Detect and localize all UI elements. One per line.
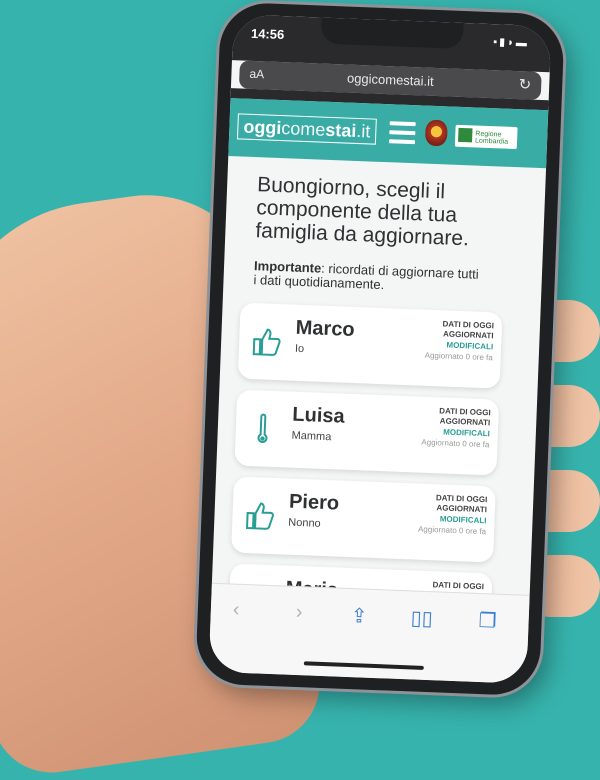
member-role: Nonno xyxy=(288,516,321,530)
system-icons: ▪▮◗▬ xyxy=(493,36,530,50)
thumbs-up-icon xyxy=(252,328,281,356)
bookmarks-icon[interactable]: ▯▯ xyxy=(410,605,433,631)
logo-part: .it xyxy=(356,120,371,142)
home-indicator xyxy=(303,661,424,670)
city-emblem-icon xyxy=(424,119,448,147)
region-logo: Regione Lombardia xyxy=(454,124,518,150)
updated-label: DATI DI OGGI AGGIORNATI xyxy=(435,493,488,515)
greeting-text: Buongiorno, scegli il componente della t… xyxy=(255,173,470,251)
back-icon[interactable]: ‹ xyxy=(232,599,240,622)
phone-screen: 14:56 ▪▮◗▬ aA oggicomestai.it ↻ oggicome… xyxy=(208,14,552,684)
member-status: DATI DI OGGI AGGIORNATI MODIFICALI Aggio… xyxy=(403,318,495,363)
member-name: Marco xyxy=(295,316,356,342)
phone: 14:56 ▪▮◗▬ aA oggicomestai.it ↻ oggicome… xyxy=(195,1,565,697)
updated-label: DATI DI OGGI AGGIORNATI xyxy=(442,319,495,341)
logo-part: stai xyxy=(325,119,357,141)
notch xyxy=(320,17,464,49)
logo-part: oggi xyxy=(243,116,282,139)
member-card[interactable]: Marco Io DATI DI OGGI AGGIORNATI MODIFIC… xyxy=(237,302,503,389)
share-icon[interactable]: ⇪ xyxy=(350,603,368,629)
member-status: DATI DI OGGI AGGIORNATI MODIFICALI Aggio… xyxy=(396,492,488,537)
thermometer-icon xyxy=(257,413,268,443)
important-note: Importante: ricordati di aggiornare tutt… xyxy=(253,258,484,296)
member-status: DATI DI OGGI AGGIORNATI MODIFICALI Aggio… xyxy=(399,405,491,450)
url-text[interactable]: oggicomestai.it xyxy=(239,66,541,93)
forward-icon[interactable]: › xyxy=(295,601,303,624)
updated-label: DATI DI OGGI AGGIORNATI xyxy=(439,406,491,428)
member-name: Luisa xyxy=(291,403,346,428)
thumbs-up-icon xyxy=(245,502,274,530)
updated-ago: Aggiornato 0 ore fa xyxy=(421,437,490,450)
browser-toolbar: ‹ › ⇪ ▯▯ ❐ xyxy=(208,582,530,684)
member-card[interactable]: Luisa Mamma DATI DI OGGI AGGIORNATI MODI… xyxy=(234,389,500,476)
site-logo[interactable]: oggicomestai.it xyxy=(236,113,377,145)
region-logo-text: Regione Lombardia xyxy=(474,130,509,146)
member-role: Io xyxy=(294,342,305,356)
member-name: Piero xyxy=(288,490,340,515)
app-header: oggicomestai.it Regione Lombardia xyxy=(228,98,549,169)
member-card[interactable]: Piero Nonno DATI DI OGGI AGGIORNATI MODI… xyxy=(231,476,496,563)
tabs-icon[interactable]: ❐ xyxy=(478,608,497,634)
member-role: Mamma xyxy=(291,429,332,444)
status-time: 14:56 xyxy=(250,25,285,43)
menu-icon[interactable] xyxy=(388,121,416,145)
updated-ago: Aggiornato 0 ore fa xyxy=(417,524,487,537)
reload-icon[interactable]: ↻ xyxy=(518,75,531,93)
logo-part: come xyxy=(281,118,326,140)
updated-ago: Aggiornato 0 ore fa xyxy=(424,350,493,363)
